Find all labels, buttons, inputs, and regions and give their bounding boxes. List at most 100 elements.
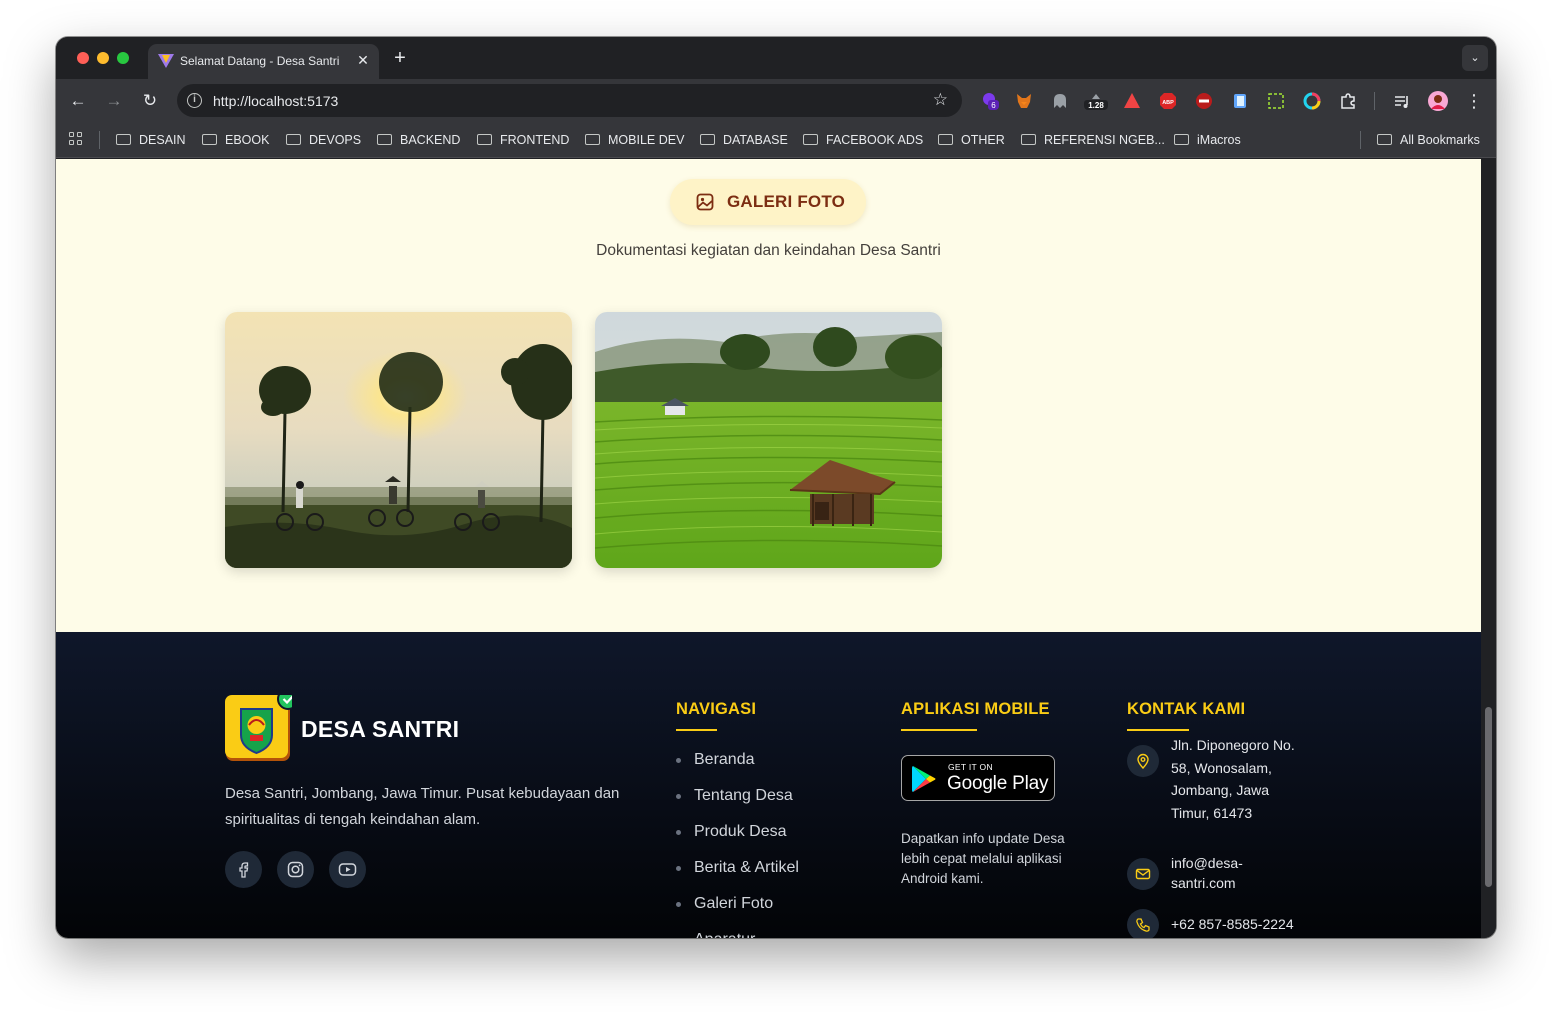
youtube-button[interactable] xyxy=(329,851,366,888)
footer-nav-berita-artikel[interactable]: Berita & Artikel xyxy=(676,855,799,891)
page-viewport: GALERI FOTO Dokumentasi kegiatan dan kei… xyxy=(56,159,1481,938)
chevron-down-icon[interactable]: ⌄ xyxy=(1462,45,1488,71)
url-text[interactable]: http://localhost:5173 xyxy=(213,93,338,109)
app-title-underline xyxy=(901,729,977,731)
address-bar[interactable]: i http://localhost:5173 ☆ xyxy=(177,84,962,117)
facebook-icon xyxy=(239,862,249,878)
forward-icon[interactable]: → xyxy=(103,90,125,112)
facebook-button[interactable] xyxy=(225,851,262,888)
contact-title: KONTAK KAMI xyxy=(1127,700,1246,718)
metamask-fox-icon[interactable] xyxy=(1015,92,1033,110)
profile-avatar[interactable] xyxy=(1428,91,1448,111)
gplay-caption: GET IT ON xyxy=(948,762,993,772)
tab-close-icon[interactable]: ✕ xyxy=(355,52,371,68)
footer-nav-beranda[interactable]: Beranda xyxy=(676,747,799,783)
back-icon[interactable]: ← xyxy=(67,90,89,112)
menu-dots-icon[interactable]: ⋮ xyxy=(1463,90,1485,112)
vertical-scrollbar[interactable] xyxy=(1481,159,1496,938)
extension-purple-icon[interactable]: 6 xyxy=(981,92,999,110)
phone-icon xyxy=(1127,909,1159,938)
rainbow-ring-icon[interactable] xyxy=(1303,92,1321,110)
tab-strip: Selamat Datang - Desa Santri ✕ + ⌄ xyxy=(56,37,1496,79)
footer-nav-galeri-foto[interactable]: Galeri Foto xyxy=(676,891,799,927)
image-icon xyxy=(696,193,714,211)
gallery-badge: GALERI FOTO xyxy=(670,179,866,225)
footer-nav-list: Beranda Tentang Desa Produk Desa Berita … xyxy=(676,747,799,938)
toolbar: ← → ↻ i http://localhost:5173 ☆ 6 1.28 A… xyxy=(56,79,1496,122)
reload-icon[interactable]: ↻ xyxy=(139,90,161,112)
toolbar-divider xyxy=(1374,92,1375,110)
all-bookmarks-button[interactable]: All Bookmarks xyxy=(1377,131,1480,149)
gplay-title: Google Play xyxy=(947,773,1049,794)
ghost-extension-icon[interactable] xyxy=(1051,92,1069,110)
dashed-select-icon[interactable] xyxy=(1267,92,1285,110)
close-window-button[interactable] xyxy=(77,52,89,64)
nav-title-underline xyxy=(676,729,717,731)
gallery-title: GALERI FOTO xyxy=(727,192,846,211)
apps-grid-icon[interactable] xyxy=(69,132,83,146)
gallery-subtitle: Dokumentasi kegiatan dan keindahan Desa … xyxy=(596,242,941,259)
app-description: Dapatkan info update Desa lebih cepat me… xyxy=(901,831,1065,886)
bookmark-folder[interactable]: EBOOK xyxy=(202,131,269,149)
bookmark-folder[interactable]: MOBILE DEV xyxy=(585,131,684,149)
instagram-icon xyxy=(287,861,304,878)
folder-icon xyxy=(286,134,301,145)
bookmark-star-icon[interactable]: ☆ xyxy=(933,90,948,110)
adblock-plus-icon[interactable]: ABP xyxy=(1159,92,1177,110)
scrollbar-thumb[interactable] xyxy=(1485,707,1492,887)
bookmark-folder[interactable]: REFERENSI NGEB... xyxy=(1021,131,1165,149)
brand-name[interactable]: DESA SANTRI xyxy=(301,716,459,743)
bookmark-folder[interactable]: iMacros xyxy=(1174,131,1241,149)
site-info-icon[interactable]: i xyxy=(187,93,202,108)
rice-terraces-hut-photo[interactable] xyxy=(595,312,942,568)
village-logo-icon[interactable] xyxy=(225,695,292,762)
folder-icon xyxy=(116,134,131,145)
minus-circle-extension-icon[interactable] xyxy=(1195,92,1213,110)
contact-phone[interactable]: +62 857-8585-2224 xyxy=(1171,913,1294,936)
bookmark-folder[interactable]: OTHER xyxy=(938,131,1005,149)
bookmarks-divider xyxy=(99,131,100,149)
contact-address: Jln. Diponegoro No. 58, Wonosalam, Jomba… xyxy=(1171,737,1295,821)
instagram-button[interactable] xyxy=(277,851,314,888)
bookmarks-bar: DESAIN EBOOK DEVOPS BACKEND FRONTEND MOB… xyxy=(56,122,1496,158)
sunrise-cyclists-image xyxy=(225,312,572,568)
svg-text:6: 6 xyxy=(991,101,996,110)
bookmark-folder[interactable]: FRONTEND xyxy=(477,131,569,149)
folder-icon xyxy=(377,134,392,145)
footer-nav-produk-desa[interactable]: Produk Desa xyxy=(676,819,799,855)
sunrise-cyclists-photo[interactable] xyxy=(225,312,572,568)
extensions-puzzle-icon[interactable] xyxy=(1339,92,1357,110)
google-play-button[interactable]: GET IT ON Google Play xyxy=(901,755,1055,801)
folder-icon xyxy=(938,134,953,145)
vite-favicon-icon xyxy=(158,54,174,68)
bookmark-folder[interactable]: DESAIN xyxy=(116,131,186,149)
footer-nav-aparatur[interactable]: Aparatur xyxy=(676,927,799,938)
red-triangle-icon[interactable] xyxy=(1123,92,1141,110)
bookmark-folder[interactable]: BACKEND xyxy=(377,131,460,149)
nav-title: NAVIGASI xyxy=(676,700,757,718)
blue-document-icon[interactable] xyxy=(1231,92,1249,110)
footer-nav-tentang-desa[interactable]: Tentang Desa xyxy=(676,783,799,819)
folder-icon xyxy=(700,134,715,145)
app-title: APLIKASI MOBILE xyxy=(901,700,1050,718)
folder-icon xyxy=(585,134,600,145)
maximize-window-button[interactable] xyxy=(117,52,129,64)
contact-email[interactable]: info@desa- santri.com xyxy=(1171,853,1243,893)
bookmark-folder[interactable]: DATABASE xyxy=(700,131,788,149)
extension-128-icon[interactable]: 1.28 xyxy=(1084,92,1108,110)
svg-text:1.28: 1.28 xyxy=(1088,101,1104,110)
folder-icon xyxy=(477,134,492,145)
bookmark-folder[interactable]: FACEBOOK ADS xyxy=(803,131,923,149)
new-tab-button[interactable]: + xyxy=(390,48,410,68)
folder-icon xyxy=(1174,134,1189,145)
minimize-window-button[interactable] xyxy=(97,52,109,64)
active-tab[interactable]: Selamat Datang - Desa Santri ✕ xyxy=(148,44,379,79)
folder-icon xyxy=(803,134,818,145)
brand-description: Desa Santri, Jombang, Jawa Timur. Pusat … xyxy=(225,785,620,828)
bookmark-folder[interactable]: DEVOPS xyxy=(286,131,361,149)
tab-search-icon[interactable] xyxy=(1393,92,1411,110)
mail-icon xyxy=(1127,858,1159,890)
folder-icon xyxy=(202,134,217,145)
map-pin-icon xyxy=(1127,745,1159,777)
rice-terraces-image xyxy=(595,312,942,568)
